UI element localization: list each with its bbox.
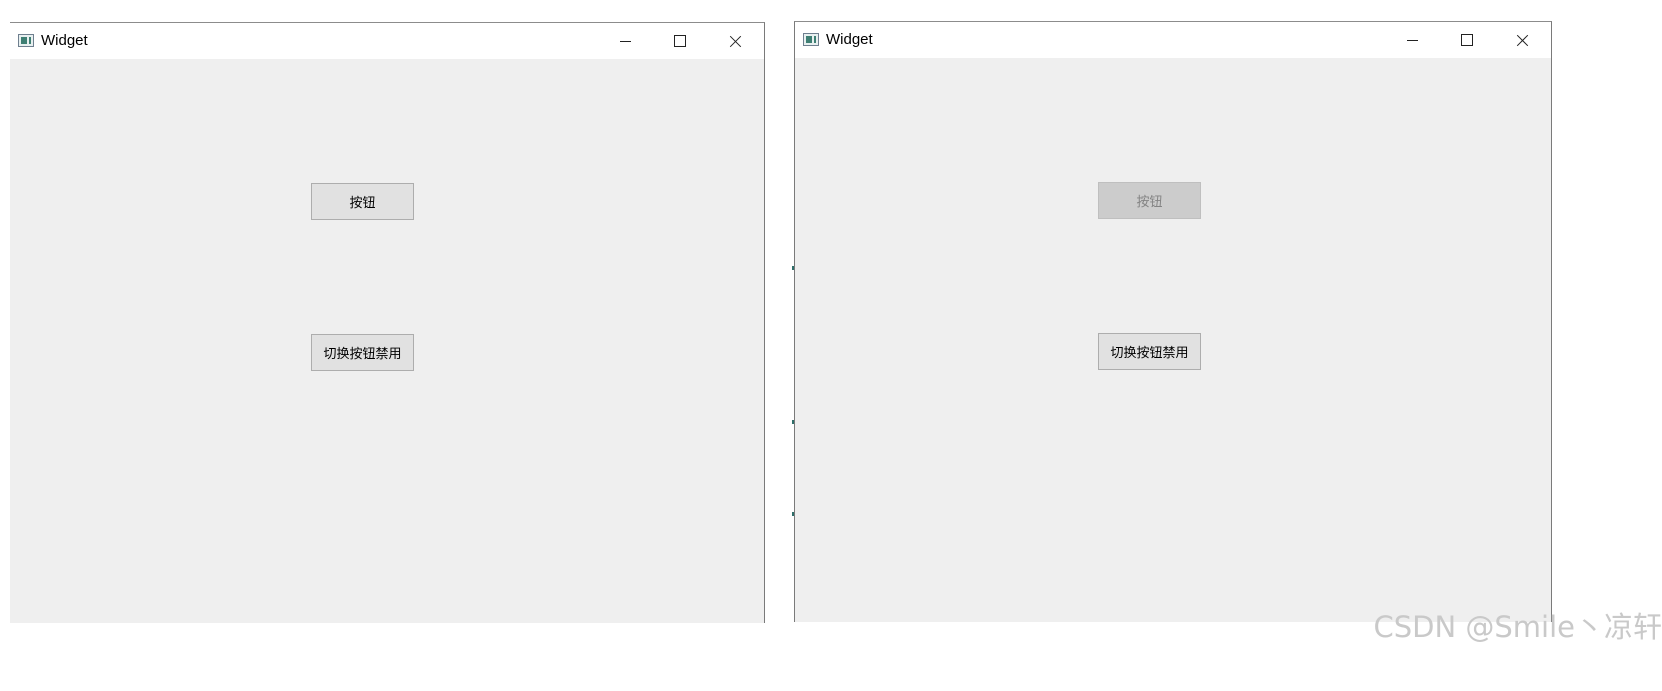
maximize-icon xyxy=(674,35,686,47)
minimize-button[interactable] xyxy=(1385,22,1439,58)
window-title: Widget xyxy=(826,31,873,48)
push-button-disabled: 按钮 xyxy=(1098,182,1201,219)
close-icon xyxy=(729,35,742,48)
title-bar[interactable]: Widget xyxy=(10,23,764,59)
window-edge-mark xyxy=(792,420,794,424)
widget-window-left: Widget 按钮 切换按钮禁用 xyxy=(10,22,765,623)
push-button[interactable]: 按钮 xyxy=(311,183,414,220)
title-bar[interactable]: Widget xyxy=(795,22,1551,58)
window-edge-mark xyxy=(792,512,794,516)
maximize-button[interactable] xyxy=(653,23,707,59)
widget-window-right: Widget 按钮 切换按钮禁用 xyxy=(794,21,1552,622)
app-window-icon xyxy=(18,34,34,47)
minimize-button[interactable] xyxy=(598,23,652,59)
window-edge-mark xyxy=(792,266,794,270)
maximize-button[interactable] xyxy=(1440,22,1494,58)
toggle-disable-button[interactable]: 切换按钮禁用 xyxy=(1098,333,1201,370)
minimize-icon xyxy=(1406,39,1418,41)
maximize-icon xyxy=(1461,34,1473,46)
watermark-text: CSDN @Smile丶凉轩 xyxy=(1373,610,1662,644)
close-button[interactable] xyxy=(708,23,762,59)
close-icon xyxy=(1516,34,1529,47)
app-window-icon xyxy=(803,33,819,46)
minimize-icon xyxy=(619,40,631,42)
window-title: Widget xyxy=(41,32,88,49)
close-button[interactable] xyxy=(1495,22,1549,58)
toggle-disable-button[interactable]: 切换按钮禁用 xyxy=(311,334,414,371)
